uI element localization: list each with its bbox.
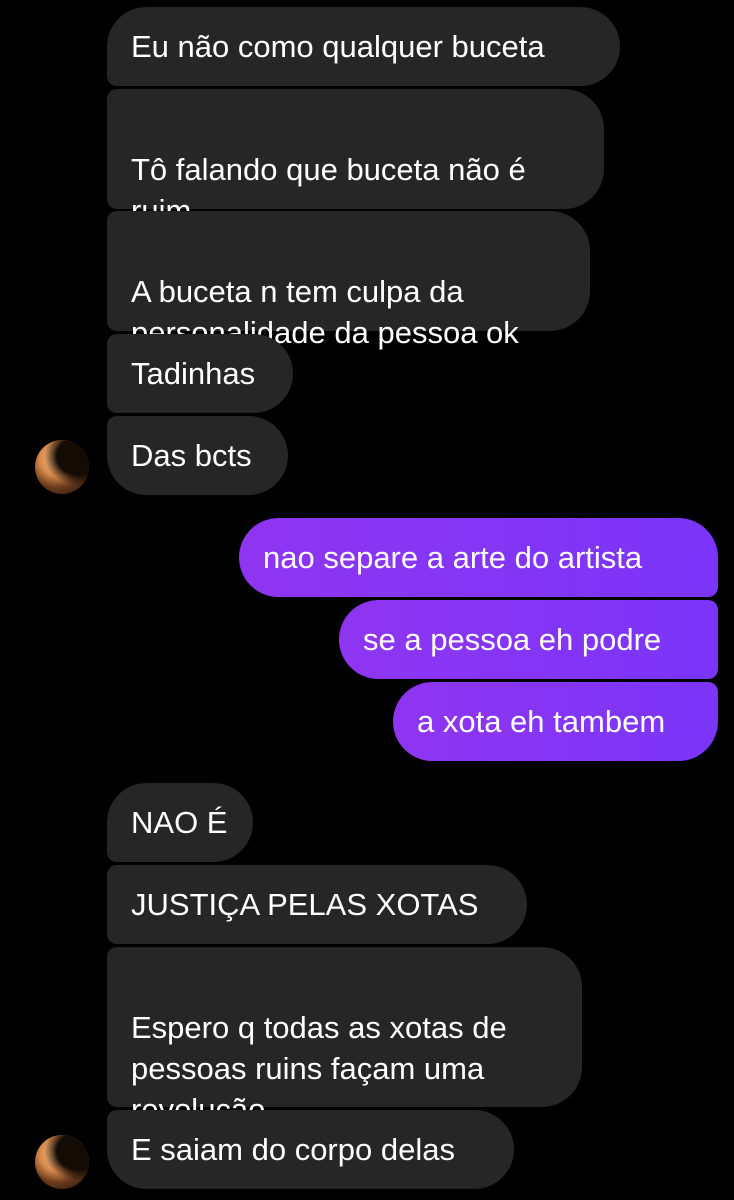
received-message[interactable]: A buceta n tem culpa da personalidade da… xyxy=(107,211,590,350)
received-message[interactable]: Tô falando que buceta não é ruim xyxy=(107,89,604,228)
message-text: nao separe a arte do artista xyxy=(263,540,643,575)
sent-message[interactable]: se a pessoa eh podre xyxy=(339,600,718,679)
received-message[interactable]: E saiam do corpo delas xyxy=(107,1110,514,1189)
received-message[interactable]: NAO É xyxy=(107,783,253,862)
sent-message[interactable]: nao separe a arte do artista xyxy=(239,518,718,597)
avatar-photo xyxy=(35,1135,89,1189)
message-text: Das bcts xyxy=(131,438,252,473)
received-message[interactable]: Eu não como qualquer buceta xyxy=(107,7,620,86)
message-text: E saiam do corpo delas xyxy=(131,1132,455,1167)
message-text: a xota eh tambem xyxy=(417,704,666,739)
received-message[interactable]: Espero q todas as xotas de pessoas ruins… xyxy=(107,947,582,1127)
message-text: Tadinhas xyxy=(131,356,256,391)
received-message[interactable]: Das bcts xyxy=(107,416,288,495)
message-text: Eu não como qualquer buceta xyxy=(131,29,545,64)
contact-avatar-icon[interactable] xyxy=(35,440,89,494)
message-text: se a pessoa eh podre xyxy=(363,622,662,657)
received-message[interactable]: Tadinhas xyxy=(107,334,293,413)
avatar-photo xyxy=(35,440,89,494)
message-text: NAO É xyxy=(131,805,228,840)
sent-message[interactable]: a xota eh tambem xyxy=(393,682,718,761)
message-text: JUSTIÇA PELAS XOTAS xyxy=(131,887,479,922)
received-message[interactable]: JUSTIÇA PELAS XOTAS xyxy=(107,865,527,944)
contact-avatar-icon[interactable] xyxy=(35,1135,89,1189)
